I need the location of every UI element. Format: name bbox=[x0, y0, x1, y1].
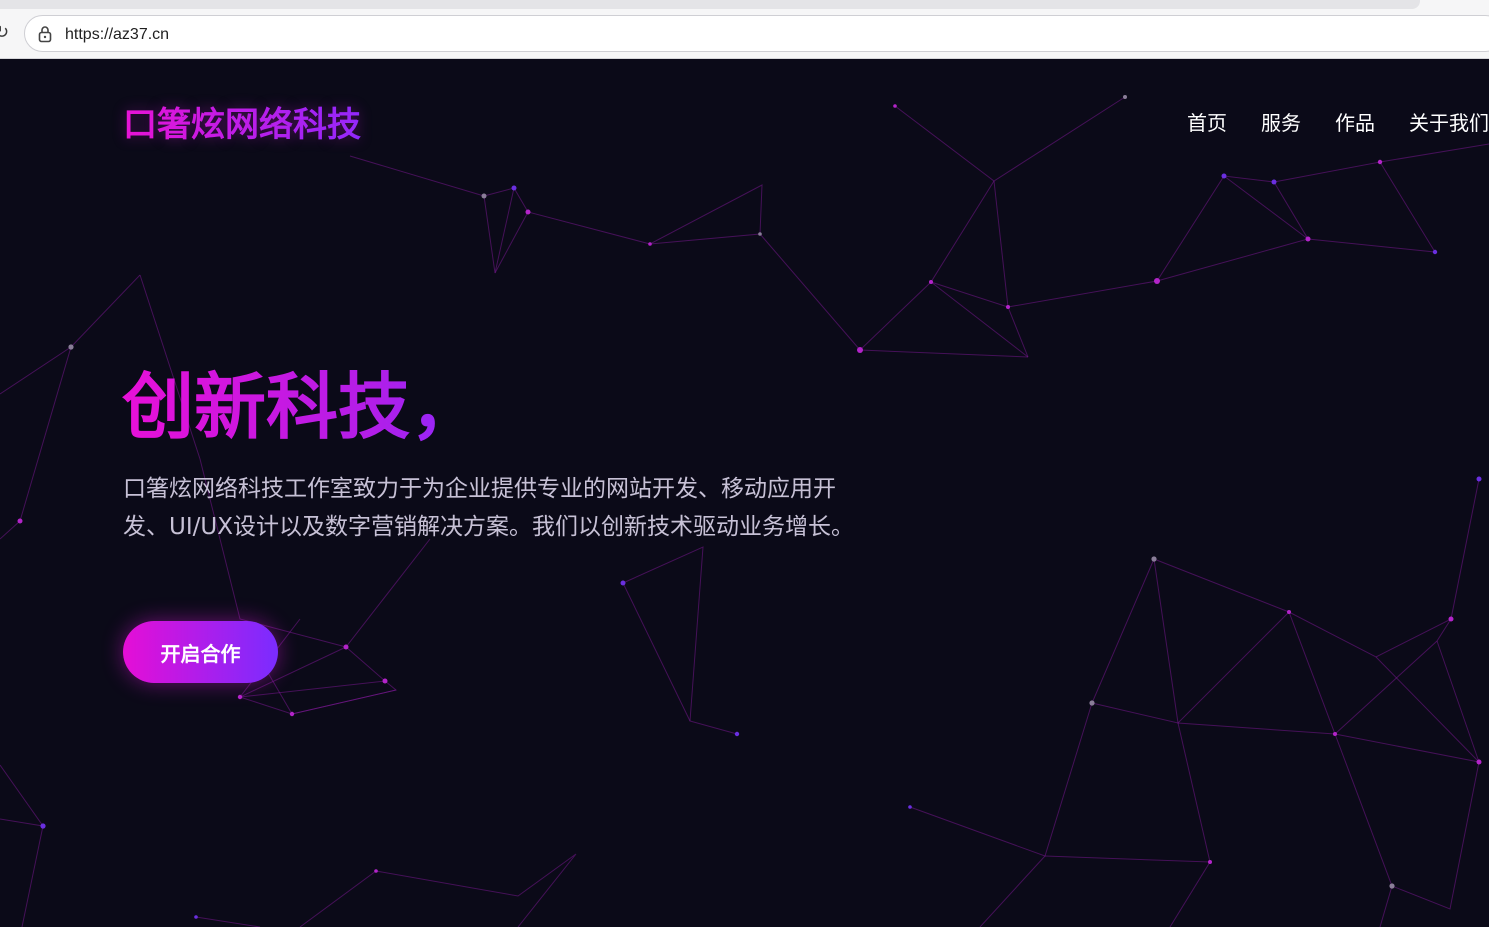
start-cooperation-button[interactable]: 开启合作 bbox=[123, 621, 278, 683]
page: 口箸炫网络科技 首页 服务 作品 关于我们 创新科技， 口箸炫网络科技工作室致力于为企… bbox=[0, 59, 1489, 927]
nav-item-home[interactable]: 首页 bbox=[1187, 107, 1227, 136]
hero-title: 创新科技， bbox=[122, 359, 482, 455]
hero-description: 口箸炫网络科技工作室致力于为企业提供专业的网站开发、移动应用开发、UI/UX设计… bbox=[123, 476, 854, 540]
browser-toolbar: ↻ https://az37.cn bbox=[0, 0, 1489, 59]
url-text[interactable]: https://az37.cn bbox=[65, 16, 169, 53]
reload-icon[interactable]: ↻ bbox=[0, 23, 14, 43]
tab-strip bbox=[0, 0, 1420, 9]
main-nav: 首页 服务 作品 关于我们 bbox=[1187, 107, 1489, 136]
lock-icon[interactable] bbox=[37, 25, 53, 43]
nav-item-works[interactable]: 作品 bbox=[1335, 107, 1375, 136]
nav-item-services[interactable]: 服务 bbox=[1261, 107, 1301, 136]
brand-logo[interactable]: 口箸炫网络科技 bbox=[123, 97, 361, 146]
nav-item-about[interactable]: 关于我们 bbox=[1409, 107, 1489, 136]
address-bar[interactable]: https://az37.cn bbox=[24, 15, 1489, 52]
